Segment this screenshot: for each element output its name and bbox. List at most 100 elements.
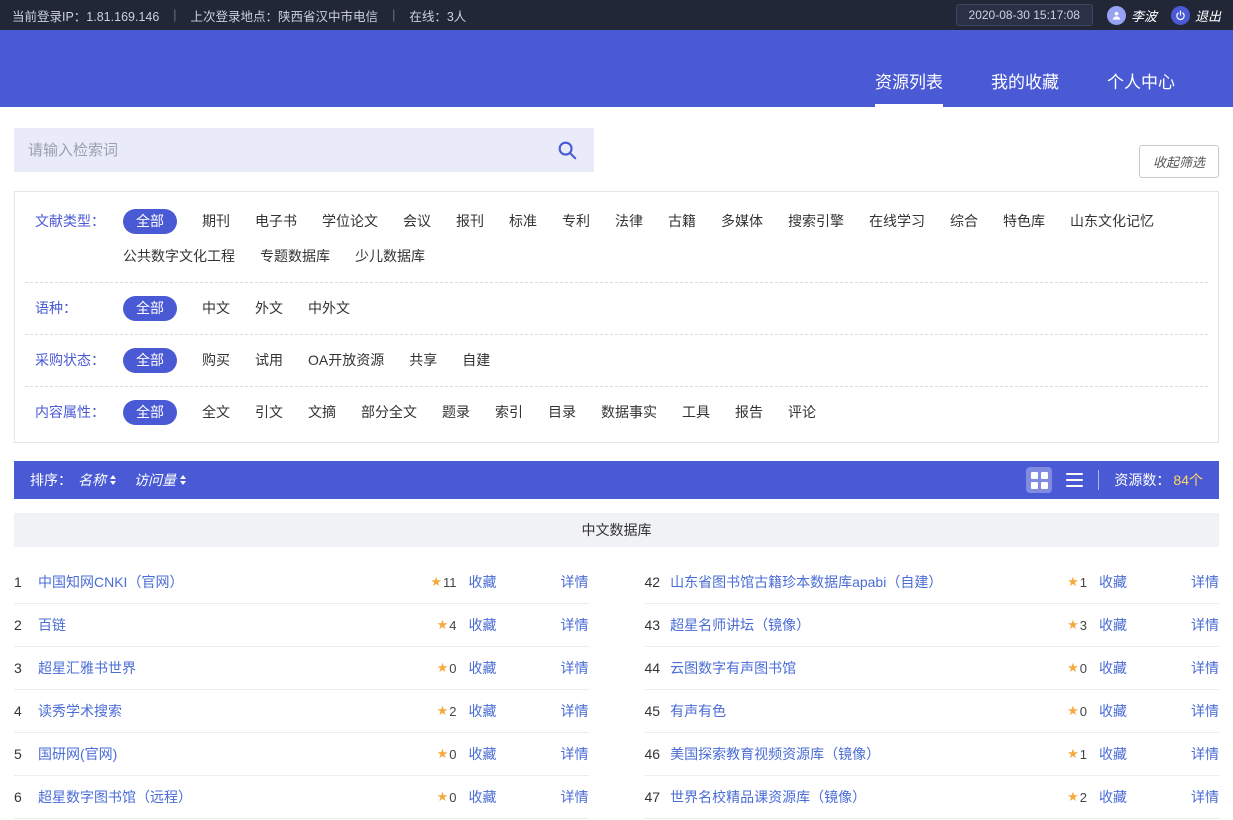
detail-link[interactable]: 详情 bbox=[561, 572, 589, 592]
detail-link[interactable]: 详情 bbox=[561, 744, 589, 764]
filter-option[interactable]: 综合 bbox=[950, 209, 978, 234]
filter-option[interactable]: 报刊 bbox=[456, 209, 484, 234]
detail-link[interactable]: 详情 bbox=[1191, 701, 1219, 721]
logout-button[interactable]: 退出 bbox=[1171, 6, 1221, 25]
filter-option[interactable]: 索引 bbox=[495, 400, 523, 425]
resource-name-link[interactable]: 超星汇雅书世界 bbox=[38, 658, 427, 678]
filter-option[interactable]: 工具 bbox=[682, 400, 710, 425]
resource-index: 42 bbox=[645, 574, 661, 590]
filter-option[interactable]: 全部 bbox=[123, 400, 177, 425]
resource-index: 2 bbox=[14, 617, 28, 633]
resource-index: 43 bbox=[645, 617, 661, 633]
filter-option[interactable]: 试用 bbox=[255, 348, 283, 373]
collect-link[interactable]: 收藏 bbox=[469, 701, 497, 721]
collapse-filter-button[interactable]: 收起筛选 bbox=[1139, 145, 1219, 178]
filter-option[interactable]: 购买 bbox=[202, 348, 230, 373]
resource-name-link[interactable]: 国研网(官网) bbox=[38, 744, 427, 764]
filter-option[interactable]: 电子书 bbox=[255, 209, 297, 234]
grid-view-icon[interactable] bbox=[1026, 467, 1052, 493]
detail-link[interactable]: 详情 bbox=[561, 658, 589, 678]
resource-name-link[interactable]: 云图数字有声图书馆 bbox=[670, 658, 1057, 678]
filter-option[interactable]: 文摘 bbox=[308, 400, 336, 425]
filter-option[interactable]: 特色库 bbox=[1003, 209, 1045, 234]
filter-option[interactable]: 题录 bbox=[442, 400, 470, 425]
filter-option[interactable]: 评论 bbox=[788, 400, 816, 425]
nav-tab[interactable]: 我的收藏 bbox=[991, 68, 1059, 107]
resource-name-link[interactable]: 山东省图书馆古籍珍本数据库apabi（自建） bbox=[670, 572, 1057, 592]
resource-count-value: 84个 bbox=[1173, 470, 1203, 490]
filter-option[interactable]: OA开放资源 bbox=[308, 348, 384, 373]
filter-option[interactable]: 专利 bbox=[562, 209, 590, 234]
nav-tab[interactable]: 资源列表 bbox=[875, 68, 943, 107]
search-input[interactable] bbox=[14, 128, 594, 172]
filter-option[interactable]: 共享 bbox=[409, 348, 437, 373]
filter-option[interactable]: 全文 bbox=[202, 400, 230, 425]
resource-name-link[interactable]: 美国探索教育视频资源库（镜像） bbox=[670, 744, 1057, 764]
filter-option[interactable]: 法律 bbox=[615, 209, 643, 234]
filter-panel: 文献类型：全部期刊电子书学位论文会议报刊标准专利法律古籍多媒体搜索引擎在线学习综… bbox=[14, 191, 1219, 443]
filter-option[interactable]: 中文 bbox=[202, 296, 230, 321]
filter-option[interactable]: 全部 bbox=[123, 296, 177, 321]
filter-option[interactable]: 山东文化记忆 bbox=[1070, 209, 1154, 234]
resource-name-link[interactable]: 世界名校精品课资源库（镜像） bbox=[670, 787, 1057, 807]
sort-option[interactable]: 访问量 bbox=[134, 470, 186, 490]
sort-down-icon bbox=[180, 481, 186, 485]
filter-option[interactable]: 引文 bbox=[255, 400, 283, 425]
resource-row: 44云图数字有声图书馆★0收藏详情 bbox=[645, 647, 1220, 690]
collect-link[interactable]: 收藏 bbox=[1099, 787, 1127, 807]
resource-name-link[interactable]: 超星名师讲坛（镜像） bbox=[670, 615, 1057, 635]
collect-link[interactable]: 收藏 bbox=[469, 572, 497, 592]
filter-option[interactable]: 全部 bbox=[123, 348, 177, 373]
resource-name-link[interactable]: 读秀学术搜索 bbox=[38, 701, 427, 721]
detail-link[interactable]: 详情 bbox=[561, 701, 589, 721]
filter-option[interactable]: 少儿数据库 bbox=[355, 244, 425, 269]
filter-option[interactable]: 会议 bbox=[403, 209, 431, 234]
resource-name-link[interactable]: 超星数字图书馆（远程） bbox=[38, 787, 427, 807]
collect-link[interactable]: 收藏 bbox=[1099, 744, 1127, 764]
collect-link[interactable]: 收藏 bbox=[1099, 701, 1127, 721]
filter-option[interactable]: 公共数字文化工程 bbox=[123, 244, 235, 269]
filter-option[interactable]: 全部 bbox=[123, 209, 177, 234]
filter-option[interactable]: 外文 bbox=[255, 296, 283, 321]
filter-option[interactable]: 报告 bbox=[735, 400, 763, 425]
nav-tab[interactable]: 个人中心 bbox=[1107, 68, 1175, 107]
user-menu[interactable]: 李波 bbox=[1107, 6, 1157, 25]
list-view-icon[interactable] bbox=[1066, 473, 1083, 487]
detail-link[interactable]: 详情 bbox=[561, 787, 589, 807]
filter-option[interactable]: 专题数据库 bbox=[260, 244, 330, 269]
collect-link[interactable]: 收藏 bbox=[1099, 572, 1127, 592]
filter-option[interactable]: 搜索引擎 bbox=[788, 209, 844, 234]
sort-option[interactable]: 名称 bbox=[78, 470, 116, 490]
resource-index: 3 bbox=[14, 660, 28, 676]
filter-option[interactable]: 在线学习 bbox=[869, 209, 925, 234]
filter-option[interactable]: 数据事实 bbox=[601, 400, 657, 425]
detail-link[interactable]: 详情 bbox=[1191, 615, 1219, 635]
collect-link[interactable]: 收藏 bbox=[1099, 615, 1127, 635]
resource-name-link[interactable]: 百链 bbox=[38, 615, 427, 635]
collect-link[interactable]: 收藏 bbox=[469, 615, 497, 635]
detail-link[interactable]: 详情 bbox=[1191, 572, 1219, 592]
filter-options: 全部全文引文文摘部分全文题录索引目录数据事实工具报告评论 bbox=[123, 400, 841, 425]
detail-link[interactable]: 详情 bbox=[1191, 744, 1219, 764]
star-count: 11 bbox=[443, 575, 457, 590]
detail-link[interactable]: 详情 bbox=[1191, 658, 1219, 678]
filter-option[interactable]: 标准 bbox=[509, 209, 537, 234]
filter-option[interactable]: 部分全文 bbox=[361, 400, 417, 425]
detail-link[interactable]: 详情 bbox=[561, 615, 589, 635]
filter-option[interactable]: 期刊 bbox=[202, 209, 230, 234]
detail-link[interactable]: 详情 bbox=[1191, 787, 1219, 807]
collect-link[interactable]: 收藏 bbox=[469, 787, 497, 807]
star-count: 0 bbox=[449, 661, 456, 676]
filter-option[interactable]: 目录 bbox=[548, 400, 576, 425]
filter-option[interactable]: 自建 bbox=[462, 348, 490, 373]
filter-option[interactable]: 学位论文 bbox=[322, 209, 378, 234]
filter-option[interactable]: 中外文 bbox=[308, 296, 350, 321]
resource-name-link[interactable]: 有声有色 bbox=[670, 701, 1057, 721]
collect-link[interactable]: 收藏 bbox=[1099, 658, 1127, 678]
filter-option[interactable]: 多媒体 bbox=[721, 209, 763, 234]
resource-name-link[interactable]: 中国知网CNKI（官网） bbox=[38, 572, 420, 592]
filter-option[interactable]: 古籍 bbox=[668, 209, 696, 234]
collect-link[interactable]: 收藏 bbox=[469, 658, 497, 678]
collect-link[interactable]: 收藏 bbox=[469, 744, 497, 764]
search-icon[interactable] bbox=[556, 139, 578, 166]
